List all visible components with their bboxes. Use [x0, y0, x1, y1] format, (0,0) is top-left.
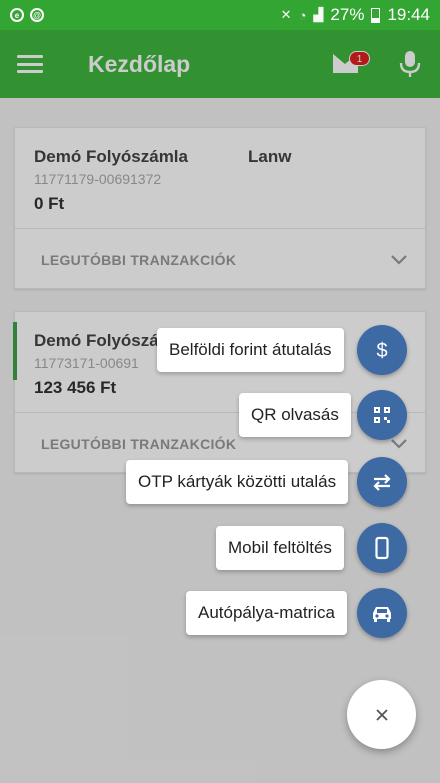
fab-label-mobile-topup[interactable]: Mobil feltöltés	[216, 526, 344, 570]
status-bar: e @ ✕ ◔ ▟ 27% 19:44	[0, 0, 440, 30]
dollar-icon[interactable]: $	[357, 325, 407, 375]
wifi-icon: ◔	[298, 7, 307, 23]
svg-text:$: $	[376, 340, 387, 362]
mute-icon: ✕	[280, 7, 292, 22]
close-icon	[375, 708, 388, 721]
car-icon[interactable]	[357, 588, 407, 638]
battery-icon	[371, 7, 381, 23]
qr-code-icon[interactable]	[357, 390, 407, 440]
notification-icons: e @	[10, 8, 44, 22]
clock: 19:44	[387, 5, 430, 24]
fab-label-otp-card-transfer[interactable]: OTP kártyák közötti utalás	[126, 460, 349, 504]
system-status: ✕ ◔ ▟ 27% 19:44	[281, 5, 430, 25]
fab-label-highway-vignette[interactable]: Autópálya-matrica	[186, 591, 348, 635]
phone-icon[interactable]	[357, 523, 407, 573]
notification-icon: e	[10, 8, 24, 22]
close-fab-button[interactable]	[347, 680, 416, 749]
battery-percent: 27%	[330, 5, 365, 24]
fab-label-domestic-transfer[interactable]: Belföldi forint átutalás	[157, 328, 344, 372]
signal-icon: ▟	[313, 7, 324, 22]
notification-icon: @	[30, 8, 44, 22]
fab-label-qr-scan[interactable]: QR olvasás	[239, 393, 351, 437]
transfer-arrows-icon[interactable]	[357, 457, 407, 507]
